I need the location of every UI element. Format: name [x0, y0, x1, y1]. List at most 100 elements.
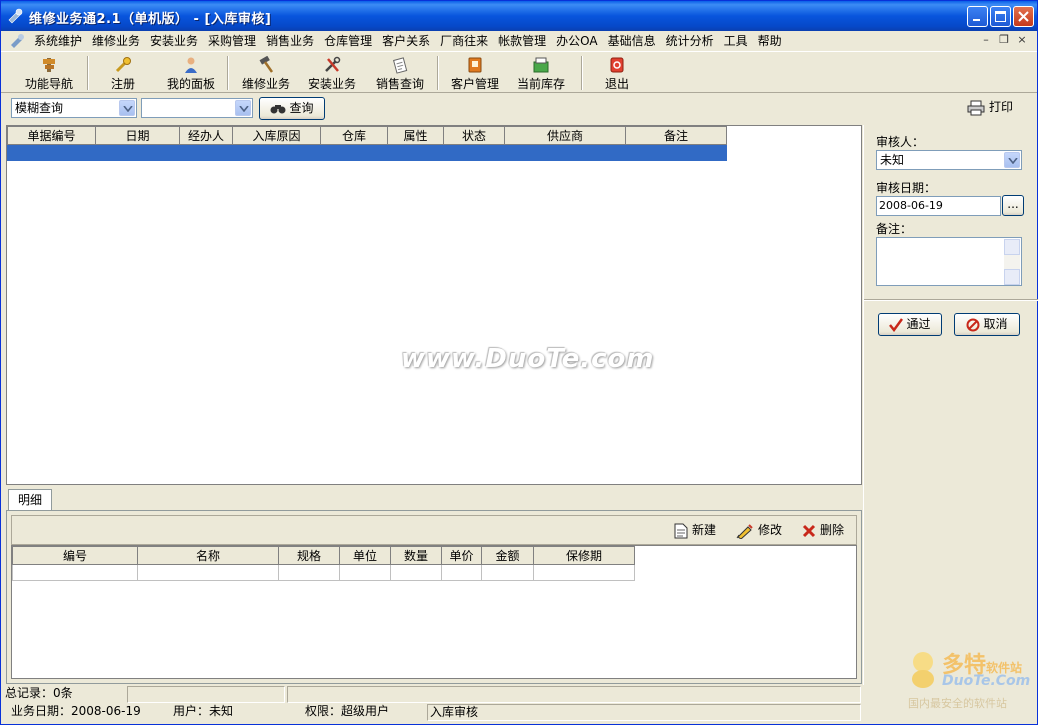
- column-header[interactable]: 仓库: [320, 126, 388, 145]
- menu-item[interactable]: 统计分析: [661, 33, 719, 49]
- mdi-close-icon[interactable]: ×: [1015, 33, 1029, 47]
- detail-table-header: 编号 名称 规格 单位 数量 单价 金额 保修期: [12, 546, 635, 565]
- status-cell: [287, 686, 861, 703]
- menu-item[interactable]: 客户关系: [377, 33, 435, 49]
- menu-item[interactable]: 销售业务: [261, 33, 319, 49]
- column-header[interactable]: 经办人: [179, 126, 233, 145]
- inventory-icon: [533, 57, 549, 73]
- cancel-button[interactable]: 取消: [954, 313, 1020, 336]
- query-mode-select[interactable]: 模糊查询: [11, 98, 137, 118]
- menu-item[interactable]: 厂商往来: [435, 33, 493, 49]
- print-button[interactable]: 打印: [967, 97, 1013, 117]
- minimize-button[interactable]: [967, 6, 988, 27]
- scroll-down-icon[interactable]: [1004, 269, 1020, 285]
- delete-x-icon: [802, 524, 816, 537]
- column-header[interactable]: 数量: [390, 546, 442, 565]
- column-header[interactable]: 规格: [278, 546, 340, 565]
- column-header[interactable]: 单位: [339, 546, 391, 565]
- toolbar-sales-query-button[interactable]: 销售查询: [371, 54, 429, 92]
- document-grid[interactable]: 单据编号 日期 经办人 入库原因 仓库 属性 状态 供应商 备注: [6, 125, 862, 485]
- minimize-icon: [973, 19, 980, 21]
- search-button[interactable]: 查询: [259, 97, 325, 120]
- toolbar-install-button[interactable]: 安装业务: [303, 54, 361, 92]
- mdi-minimize-icon[interactable]: –: [979, 33, 993, 47]
- review-date-field[interactable]: 2008-06-19: [876, 196, 1001, 216]
- exit-icon: [610, 57, 624, 73]
- toolbar-my-panel-button[interactable]: 我的面板: [161, 54, 221, 92]
- close-button[interactable]: [1013, 6, 1034, 27]
- status-bar-top: 总记录：0条: [1, 685, 1037, 703]
- new-document-icon: [674, 523, 688, 538]
- column-header[interactable]: 供应商: [504, 126, 626, 145]
- tab-detail[interactable]: 明细: [8, 489, 52, 511]
- toolbar-separator: [227, 56, 229, 90]
- menu-item[interactable]: 帮助: [753, 33, 787, 49]
- column-header[interactable]: 单据编号: [7, 126, 96, 145]
- date-picker-button[interactable]: ...: [1002, 195, 1024, 216]
- system-menu-icon[interactable]: [9, 33, 25, 49]
- note-scrollbar[interactable]: [1004, 239, 1020, 285]
- detail-grid[interactable]: 编号 名称 规格 单位 数量 单价 金额 保修期: [11, 545, 857, 679]
- detail-panel: 新建 修改 删除 编号 名称 规格 单位 数量 单价 金额 保修期: [6, 510, 862, 684]
- table-row[interactable]: [12, 564, 635, 581]
- approve-button[interactable]: 通过: [878, 313, 942, 336]
- toolbar-register-button[interactable]: 注册: [101, 54, 145, 92]
- detail-edit-button[interactable]: 修改: [736, 522, 782, 540]
- status-bar-bottom: 业务日期：2008-06-19 用户：未知 权限：超级用户 入库审核: [1, 703, 1037, 724]
- menu-item[interactable]: 采购管理: [203, 33, 261, 49]
- detail-delete-button[interactable]: 删除: [802, 522, 844, 538]
- note-label: 备注：: [876, 222, 913, 236]
- divider: [864, 299, 1038, 301]
- column-header[interactable]: 名称: [137, 546, 279, 565]
- menu-item[interactable]: 安装业务: [145, 33, 203, 49]
- compass-icon: [43, 58, 55, 72]
- contacts-icon: [468, 57, 482, 73]
- dropdown-arrow-icon[interactable]: [1004, 152, 1020, 168]
- menu-item[interactable]: 工具: [719, 33, 753, 49]
- detail-toolbar: 新建 修改 删除: [11, 515, 857, 545]
- toolbar-exit-button[interactable]: 退出: [597, 54, 637, 92]
- dropdown-arrow-icon[interactable]: [235, 100, 251, 116]
- column-header[interactable]: 备注: [625, 126, 727, 145]
- watermark-text: www.DuoTe.com: [401, 344, 655, 374]
- toolbar-customer-button[interactable]: 客户管理: [447, 54, 503, 92]
- maximize-button[interactable]: [990, 6, 1011, 27]
- menu-item[interactable]: 帐款管理: [493, 33, 551, 49]
- dropdown-arrow-icon[interactable]: [119, 100, 135, 116]
- query-field-select[interactable]: [141, 98, 253, 118]
- cancel-circle-icon: [966, 318, 980, 331]
- column-header[interactable]: 编号: [12, 546, 138, 565]
- column-header[interactable]: 金额: [481, 546, 534, 565]
- toolbar-separator: [581, 56, 583, 90]
- title-bar[interactable]: 维修业务通2.1（单机版） - [入库审核]: [1, 1, 1037, 31]
- reviewer-value: 未知: [880, 153, 905, 167]
- column-header[interactable]: 状态: [443, 126, 505, 145]
- scroll-up-icon[interactable]: [1004, 239, 1020, 255]
- reviewer-select[interactable]: 未知: [876, 150, 1022, 170]
- toolbar-separator: [437, 56, 439, 90]
- mdi-restore-icon[interactable]: ❐: [997, 33, 1011, 47]
- toolbar-separator: [87, 56, 89, 90]
- column-header[interactable]: 入库原因: [232, 126, 321, 145]
- menu-item[interactable]: 仓库管理: [319, 33, 377, 49]
- hammer-icon: [259, 56, 274, 73]
- column-header[interactable]: 保修期: [533, 546, 635, 565]
- document-table: 单据编号 日期 经办人 入库原因 仓库 属性 状态 供应商 备注: [7, 126, 727, 161]
- column-header[interactable]: 属性: [387, 126, 444, 145]
- maximize-icon: [995, 11, 1006, 22]
- column-header[interactable]: 日期: [95, 126, 180, 145]
- detail-new-button[interactable]: 新建: [674, 522, 716, 539]
- column-header[interactable]: 单价: [441, 546, 482, 565]
- note-textarea[interactable]: [876, 237, 1022, 286]
- menu-item[interactable]: 系统维护: [29, 33, 87, 49]
- toolbar-inventory-button[interactable]: 当前库存: [513, 54, 569, 92]
- review-panel: 审核人： 未知 审核日期： 2008-06-19 ... 备注： 通过 取消: [863, 125, 1038, 685]
- menu-item[interactable]: 办公OA: [551, 33, 602, 49]
- table-row-selected[interactable]: [7, 144, 727, 161]
- current-user: 用户：未知: [173, 704, 234, 718]
- menu-item[interactable]: 维修业务: [87, 33, 145, 49]
- menu-item[interactable]: 基础信息: [603, 33, 661, 49]
- toolbar-nav-button[interactable]: 功能导航: [19, 54, 79, 92]
- duote-logo: 多特软件站 DuoTe.Com 国内最安全的软件站: [906, 647, 1036, 710]
- toolbar-repair-button[interactable]: 维修业务: [237, 54, 295, 92]
